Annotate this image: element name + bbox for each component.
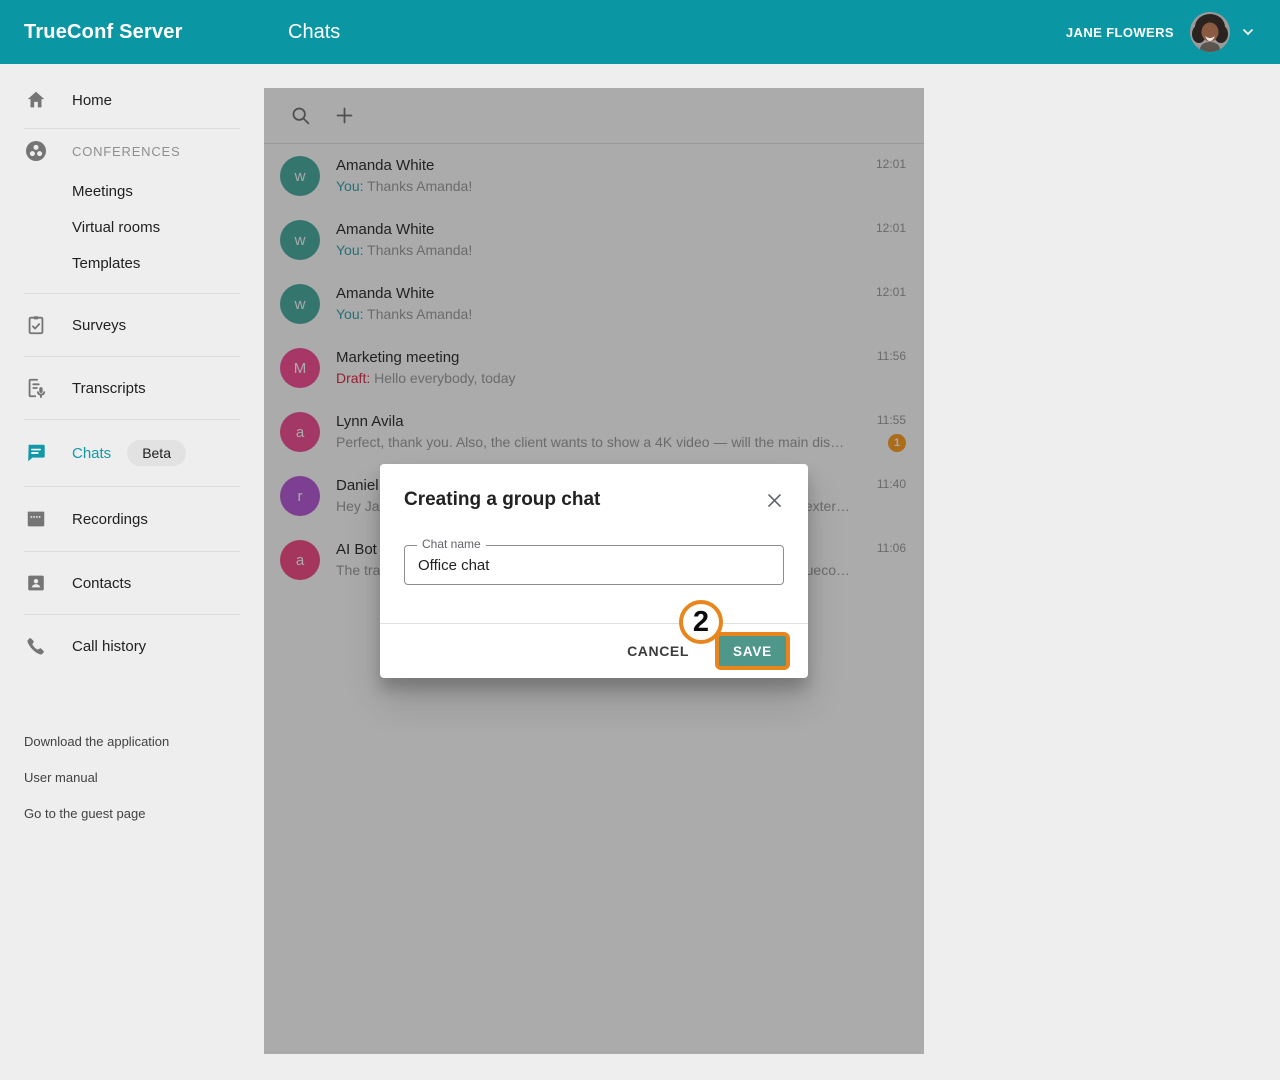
sidebar-section-label: CONFERENCES — [72, 144, 180, 159]
conferences-icon — [24, 139, 48, 163]
sidebar-footer-links: Download the application User manual Go … — [0, 723, 264, 831]
user-name: JANE FLOWERS — [1066, 25, 1174, 40]
sidebar: Home CONFERENCES Meetings Virtual rooms … — [0, 64, 264, 1080]
link-download-application[interactable]: Download the application — [0, 723, 264, 759]
home-icon — [24, 88, 48, 112]
sidebar-item-templates[interactable]: Templates — [0, 245, 264, 281]
dialog-title: Creating a group chat — [404, 488, 600, 512]
beta-badge: Beta — [127, 440, 186, 466]
chat-name-field: Chat name — [404, 545, 784, 585]
sidebar-item-recordings[interactable]: Recordings — [0, 487, 264, 551]
sidebar-item-home[interactable]: Home — [0, 72, 264, 128]
chat-name-label: Chat name — [417, 537, 486, 551]
cancel-button[interactable]: CANCEL — [617, 635, 699, 667]
link-user-manual[interactable]: User manual — [0, 759, 264, 795]
annotation-step-2: 2 — [679, 600, 723, 644]
chevron-down-icon[interactable] — [1240, 24, 1256, 40]
sidebar-item-chats[interactable]: Chats Beta — [0, 420, 264, 486]
chat-name-input[interactable] — [405, 546, 783, 584]
sidebar-item-transcripts[interactable]: Transcripts — [0, 357, 264, 419]
recordings-icon — [24, 507, 48, 531]
user-menu[interactable]: JANE FLOWERS — [1066, 12, 1256, 52]
sidebar-section-conferences[interactable]: CONFERENCES — [0, 129, 264, 173]
chats-icon — [24, 441, 48, 465]
surveys-icon — [24, 313, 48, 337]
app-header: TrueConf Server Chats JANE FLOWERS — [0, 0, 1280, 64]
sidebar-item-label: Home — [72, 92, 112, 109]
sidebar-item-call-history[interactable]: Call history — [0, 615, 264, 677]
sidebar-item-virtual-rooms[interactable]: Virtual rooms — [0, 209, 264, 245]
page-title: Chats — [288, 21, 1066, 44]
avatar-photo — [1190, 12, 1230, 52]
sidebar-item-contacts[interactable]: Contacts — [0, 552, 264, 614]
sidebar-item-meetings[interactable]: Meetings — [0, 173, 264, 209]
call-history-icon — [24, 634, 48, 658]
contacts-icon — [24, 571, 48, 595]
link-guest-page[interactable]: Go to the guest page — [0, 795, 264, 831]
user-avatar[interactable] — [1190, 12, 1230, 52]
sidebar-item-surveys[interactable]: Surveys — [0, 294, 264, 356]
app-title: TrueConf Server — [24, 21, 288, 44]
create-group-chat-dialog: Creating a group chat Chat name CANCEL S… — [380, 464, 808, 678]
transcripts-icon — [24, 376, 48, 400]
save-button[interactable]: SAVE — [715, 632, 790, 670]
close-icon[interactable] — [765, 491, 784, 510]
